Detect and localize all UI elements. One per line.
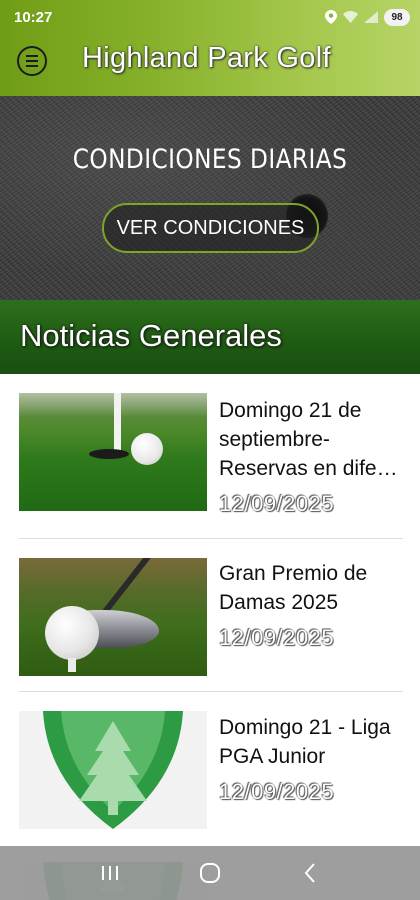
club-shield-logo <box>19 711 207 829</box>
back-button[interactable] <box>290 853 330 893</box>
news-item[interactable]: Domingo 21 - Liga PGA Junior 12/09/2025 <box>0 691 420 851</box>
home-icon <box>200 863 220 883</box>
golf-ball-hole-image <box>19 393 207 511</box>
news-date: 12/09/2025 <box>219 491 335 516</box>
location-icon <box>325 10 337 24</box>
news-item[interactable]: Domingo 21 de septiembre- Reservas en di… <box>0 374 420 534</box>
back-icon <box>304 863 315 883</box>
news-title: Gran Premio de Damas 2025 <box>219 562 368 614</box>
system-nav-bar <box>0 846 420 900</box>
status-time: 10:27 <box>14 9 53 26</box>
conditions-title: CONDICIONES DIARIAS <box>72 144 348 175</box>
news-item[interactable]: Gran Premio de Damas 2025 12/09/2025 <box>0 538 420 698</box>
news-date: 12/09/2025 <box>219 779 335 804</box>
signal-icon <box>364 11 378 23</box>
news-title: Domingo 21 de septiembre- Reservas en di… <box>219 399 398 480</box>
view-conditions-button[interactable]: VER CONDICIONES <box>102 203 319 253</box>
home-button[interactable] <box>190 853 230 893</box>
news-date: 12/09/2025 <box>219 625 335 650</box>
news-section-header: Noticias Generales <box>0 300 420 374</box>
news-title: Domingo 21 - Liga PGA Junior <box>219 716 391 768</box>
battery-indicator: 98 <box>384 8 410 26</box>
wifi-icon <box>343 11 358 23</box>
golf-driver-ball-image <box>19 558 207 676</box>
section-title: Noticias Generales <box>20 318 282 353</box>
conditions-banner: CONDICIONES DIARIAS VER CONDICIONES <box>0 96 420 300</box>
recents-icon <box>102 866 118 880</box>
recents-button[interactable] <box>90 853 130 893</box>
menu-button[interactable] <box>17 46 47 76</box>
app-bar: 10:27 98 Highland Park Golf <box>0 0 420 96</box>
status-icons: 98 <box>325 7 410 27</box>
app-title: Highland Park Golf <box>82 42 331 74</box>
menu-icon <box>26 55 38 57</box>
